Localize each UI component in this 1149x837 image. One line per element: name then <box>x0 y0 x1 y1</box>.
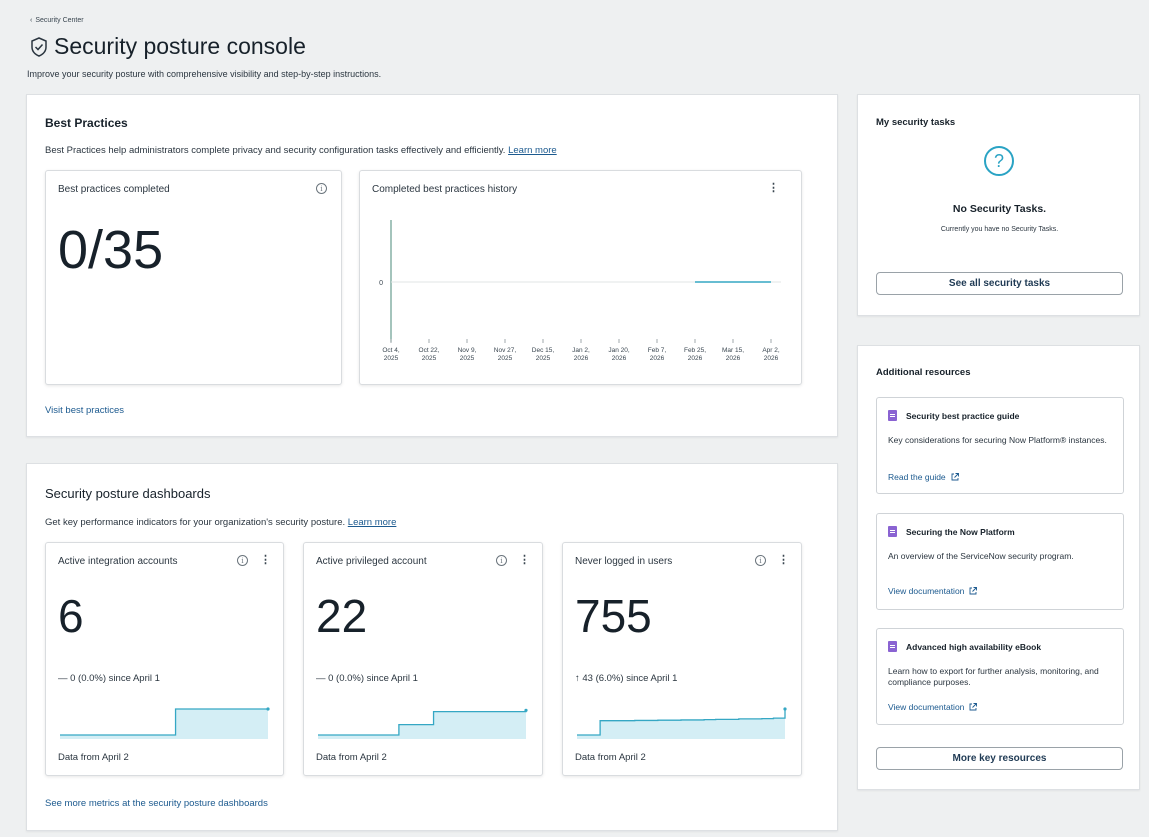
resource-body: Key considerations for securing Now Plat… <box>888 435 1107 445</box>
x-tick-label: Nov 27, 2025 <box>494 347 517 362</box>
shield-check-icon <box>31 36 47 57</box>
kpi-footer: Data from April 2 <box>575 752 646 763</box>
info-icon[interactable]: i <box>755 555 766 566</box>
page-header: Security posture console <box>30 33 306 60</box>
x-tick-label: Apr 2, 2026 <box>762 347 780 362</box>
kpi-footer: Data from April 2 <box>316 752 387 763</box>
best-practices-description: Best Practices help administrators compl… <box>45 145 557 156</box>
kpi-card-integration[interactable]: Active integration accounts i ⋮ 6 — 0 (0… <box>45 542 284 776</box>
dashboards-description: Get key performance indicators for your … <box>45 517 397 528</box>
x-tick-label: Feb 25, 2026 <box>684 347 706 362</box>
document-icon <box>888 410 897 421</box>
dashboards-card: Security posture dashboards Get key perf… <box>26 463 838 831</box>
external-link-icon <box>951 473 959 481</box>
more-vertical-icon[interactable]: ⋮ <box>778 555 789 566</box>
question-icon: ? <box>984 146 1014 176</box>
kpi-delta: — 0 (0.0%) since April 1 <box>58 673 160 684</box>
chevron-left-icon: ‹ <box>30 17 33 24</box>
page-subtitle: Improve your security posture with compr… <box>27 69 382 79</box>
x-tick-label: Jan 2, 2026 <box>572 347 590 362</box>
see-all-tasks-button[interactable]: See all security tasks <box>876 272 1123 295</box>
kpi-card-never-logged-in[interactable]: Never logged in users i ⋮ 755 ↑ 43 (6.0%… <box>562 542 802 776</box>
kpi-delta: — 0 (0.0%) since April 1 <box>316 673 418 684</box>
info-icon[interactable]: i <box>496 555 507 566</box>
resource-card-guide[interactable]: Security best practice guide Key conside… <box>876 397 1124 494</box>
info-icon[interactable]: i <box>316 183 327 194</box>
visit-best-practices-link[interactable]: Visit best practices <box>45 405 124 416</box>
y-tick-label: 0 <box>379 280 383 287</box>
sparkline-area <box>577 709 785 739</box>
resource-title: Security best practice guide <box>906 410 1020 421</box>
security-tasks-card: My security tasks ? No Security Tasks. C… <box>857 94 1140 316</box>
external-link-icon <box>969 703 978 711</box>
completed-value: 0/35 <box>58 220 164 280</box>
no-tasks-title: No Security Tasks. <box>952 203 1047 215</box>
more-key-resources-button[interactable]: More key resources <box>876 747 1123 770</box>
x-tick-label: Oct 4, 2025 <box>382 347 400 362</box>
completed-card: Best practices completed i 0/35 <box>45 170 342 385</box>
resource-body: An overview of the ServiceNow security p… <box>888 551 1074 561</box>
best-practices-card: Best Practices Best Practices help admin… <box>26 94 838 437</box>
x-tick-label: Oct 22, 2025 <box>419 347 440 362</box>
x-tick-label: Nov 9, 2025 <box>458 347 477 362</box>
resource-card-ebook[interactable]: Advanced high availability eBook Learn h… <box>876 628 1124 725</box>
resource-body: Learn how to export for further analysis… <box>888 666 1099 688</box>
see-more-metrics-link[interactable]: See more metrics at the security posture… <box>45 798 268 809</box>
kpi-value: 755 <box>575 590 652 642</box>
history-chart-title: Completed best practices history <box>372 184 518 195</box>
kpi-label: Active privileged account <box>316 556 427 567</box>
document-icon <box>888 526 897 537</box>
history-chart-card: Completed best practices history ⋮ 0 Oct … <box>359 170 802 385</box>
dashboards-title: Security posture dashboards <box>45 486 211 501</box>
security-tasks-title: My security tasks <box>876 117 956 128</box>
more-vertical-icon[interactable]: ⋮ <box>260 555 271 566</box>
kpi-delta: ↑ 43 (6.0%) since April 1 <box>575 673 678 684</box>
breadcrumb[interactable]: ‹ Security Center <box>30 17 84 24</box>
sparkline-end-point <box>266 707 270 711</box>
resource-title: Advanced high availability eBook <box>906 641 1042 652</box>
no-tasks-text: Currently you have no Security Tasks. <box>940 226 1059 233</box>
breadcrumb-label: Security Center <box>35 17 84 24</box>
kpi-value: 6 <box>58 590 84 642</box>
kpi-sparkline <box>577 707 787 739</box>
kpi-footer: Data from April 2 <box>58 752 129 763</box>
resources-title: Additional resources <box>876 367 971 378</box>
more-vertical-icon[interactable]: ⋮ <box>519 555 530 566</box>
page-title: Security posture console <box>54 33 306 59</box>
x-tick-label: Mar 15, 2026 <box>722 347 744 362</box>
resources-card: Additional resources Security best pract… <box>857 345 1140 790</box>
x-tick-label: Feb 7, 2026 <box>648 347 667 362</box>
kpi-card-privileged[interactable]: Active privileged account i ⋮ 22 — 0 (0.… <box>303 542 543 776</box>
sparkline-end-point <box>524 708 528 712</box>
more-vertical-icon[interactable]: ⋮ <box>768 183 779 194</box>
kpi-value: 22 <box>316 590 368 642</box>
resource-link[interactable]: View documentation <box>888 702 978 712</box>
kpi-label: Active integration accounts <box>58 556 178 567</box>
resource-link[interactable]: View documentation <box>888 586 978 596</box>
kpi-sparkline <box>318 708 528 739</box>
info-icon[interactable]: i <box>237 555 248 566</box>
x-tick-label: Dec 15, 2025 <box>532 347 555 362</box>
x-tick-label: Jan 20, 2026 <box>608 347 630 362</box>
best-practices-learn-more-link[interactable]: Learn more <box>508 145 557 156</box>
dashboards-learn-more-link[interactable]: Learn more <box>348 517 397 528</box>
kpi-label: Never logged in users <box>575 556 673 567</box>
page: ‹ Security Center Security posture conso… <box>0 0 1149 837</box>
completed-label: Best practices completed <box>58 184 170 195</box>
document-icon <box>888 641 897 652</box>
history-chart: 0 Oct 4, 2025 Oct 22, 2025 Nov 9, 2025 Nov 27, 2… <box>379 220 781 362</box>
sparkline-end-point <box>783 707 787 711</box>
kpi-sparkline <box>60 707 270 739</box>
external-link-icon <box>969 587 978 595</box>
resource-link[interactable]: Read the guide <box>888 472 960 482</box>
best-practices-title: Best Practices <box>45 116 128 130</box>
resource-title: Securing the Now Platform <box>906 526 1015 537</box>
resource-card-securing[interactable]: Securing the Now Platform An overview of… <box>876 513 1124 610</box>
